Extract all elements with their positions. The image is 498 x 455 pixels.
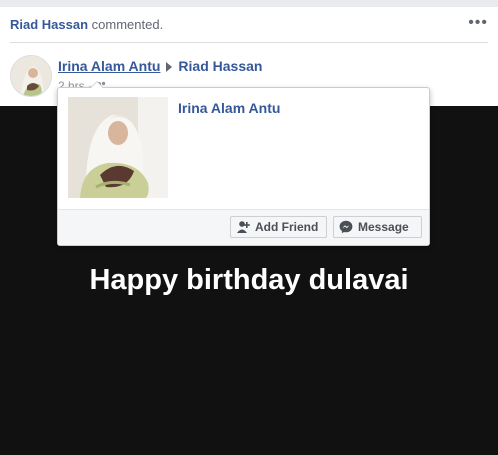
hovercard-actions: Add Friend Message <box>58 209 429 245</box>
profile-hovercard: Irina Alam Antu Add Friend Message <box>57 81 430 246</box>
activity-actor-link[interactable]: Riad Hassan <box>10 17 88 32</box>
post-text: Happy birthday dulavai <box>89 264 409 296</box>
top-gap <box>0 0 498 7</box>
message-button[interactable]: Message <box>333 216 422 238</box>
caret-right-icon <box>166 61 173 72</box>
add-friend-label: Add Friend <box>255 220 319 234</box>
message-label: Message <box>358 220 409 234</box>
author-avatar[interactable] <box>10 55 52 97</box>
avatar-photo <box>11 56 51 96</box>
add-friend-button[interactable]: Add Friend <box>230 216 327 238</box>
author-line: Irina Alam Antu Riad Hassan <box>58 58 262 74</box>
activity-action-text: commented. <box>91 17 164 32</box>
hovercard-name-link[interactable]: Irina Alam Antu <box>178 100 280 116</box>
activity-line: Riad Hassan commented. <box>10 17 163 32</box>
add-friend-icon <box>237 221 250 233</box>
profile-photo <box>68 97 168 198</box>
author-name-link[interactable]: Irina Alam Antu <box>58 58 160 74</box>
target-name-link[interactable]: Riad Hassan <box>178 58 262 74</box>
divider <box>10 42 488 43</box>
more-options-button[interactable]: ••• <box>468 15 488 31</box>
messenger-icon <box>339 220 353 234</box>
hovercard-profile-photo[interactable] <box>68 97 168 198</box>
